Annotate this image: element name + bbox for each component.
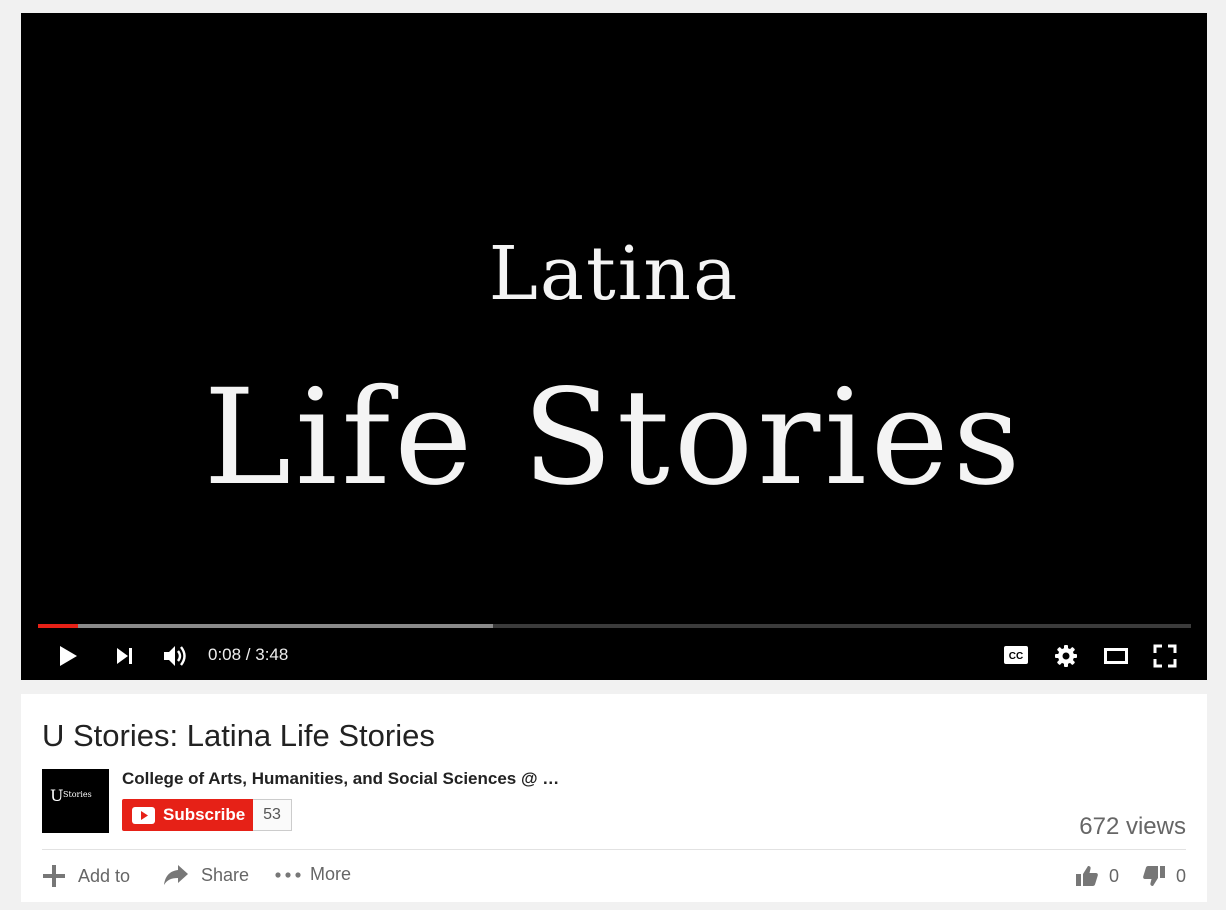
thumbs-up-icon (1075, 864, 1099, 888)
subscribe-button[interactable]: Subscribe (122, 799, 253, 831)
avatar-letter: U (50, 786, 64, 805)
theater-icon[interactable] (1102, 644, 1130, 668)
channel-name[interactable]: College of Arts, Humanities, and Social … (122, 769, 559, 789)
more-button[interactable]: More (275, 864, 351, 885)
time-display: 0:08 / 3:48 (208, 645, 289, 664)
share-button[interactable]: Share (163, 864, 249, 886)
svg-text:CC: CC (1009, 651, 1023, 662)
fullscreen-icon[interactable] (1151, 642, 1179, 670)
player-controls: 0:08 / 3:48 CC (21, 633, 1207, 677)
more-dots-icon (275, 871, 301, 879)
view-count: 672 views (1079, 813, 1186, 840)
video-frame-title-line1: Latina (488, 231, 740, 317)
subscribe-label: Subscribe (163, 805, 246, 824)
video-info-panel: U Stories: Latina Life Stories U Stories… (21, 694, 1207, 902)
share-arrow-icon (163, 864, 189, 886)
thumbs-down-icon (1142, 864, 1166, 888)
progress-bar[interactable] (38, 624, 1191, 628)
progress-buffered (38, 624, 494, 628)
add-to-label: Add to (78, 865, 131, 886)
settings-icon[interactable] (1052, 642, 1080, 670)
dislike-button[interactable]: 0 (1142, 864, 1186, 888)
add-to-button[interactable]: Add to (42, 864, 130, 888)
share-label: Share (201, 864, 250, 885)
subscriber-count: 53 (253, 799, 292, 831)
like-button[interactable]: 0 (1075, 864, 1119, 888)
more-label: More (310, 864, 352, 884)
progress-played (38, 624, 79, 628)
next-icon[interactable] (113, 644, 137, 668)
dislike-count: 0 (1176, 865, 1187, 886)
video-frame-title-line2: Life Stories (203, 361, 1025, 515)
video-player[interactable]: Latina Life Stories 0:08 / 3:48 CC (21, 13, 1207, 680)
avatar-word: Stories (63, 790, 92, 799)
volume-icon[interactable] (160, 642, 190, 670)
play-icon[interactable] (55, 643, 81, 669)
plus-icon (42, 864, 66, 888)
video-title: U Stories: Latina Life Stories (42, 718, 435, 753)
channel-avatar[interactable]: U Stories (42, 769, 109, 833)
divider (42, 849, 1186, 850)
like-count: 0 (1109, 865, 1120, 886)
cc-icon[interactable]: CC (1002, 643, 1030, 667)
youtube-play-icon (132, 806, 155, 824)
